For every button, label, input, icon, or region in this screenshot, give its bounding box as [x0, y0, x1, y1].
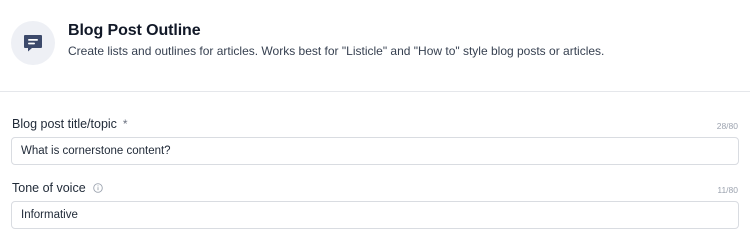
blog-topic-input[interactable] — [11, 137, 739, 165]
field-label-text: Tone of voice — [12, 181, 86, 195]
character-counter: 28/80 — [716, 121, 738, 131]
field-label-topic: Blog post title/topic * — [12, 117, 128, 131]
required-marker: * — [122, 117, 128, 131]
tool-header: Blog Post Outline Create lists and outli… — [0, 0, 750, 92]
field-label-text: Blog post title/topic — [12, 117, 117, 131]
page-subtitle: Create lists and outlines for articles. … — [68, 44, 605, 58]
character-counter: 11/80 — [717, 185, 738, 195]
message-text-icon — [11, 21, 55, 65]
tone-of-voice-input[interactable] — [11, 201, 739, 229]
field-label-tone: Tone of voice — [12, 181, 103, 195]
page-title: Blog Post Outline — [68, 22, 201, 39]
info-icon[interactable] — [92, 183, 103, 193]
